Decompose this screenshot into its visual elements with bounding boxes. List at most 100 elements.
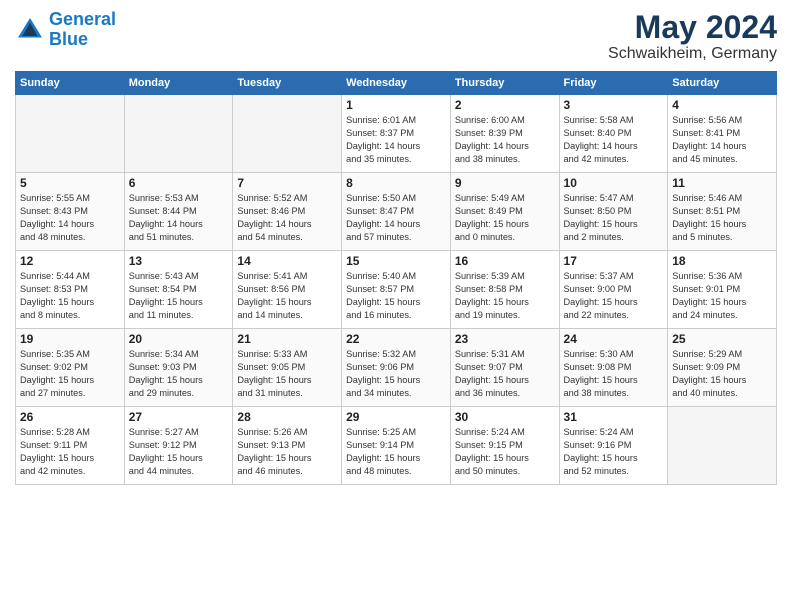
calendar-cell: 30 Sunrise: 5:24 AM Sunset: 9:15 PM Dayli… bbox=[450, 407, 559, 485]
day-info: Sunrise: 5:43 AM Sunset: 8:54 PM Dayligh… bbox=[129, 270, 229, 322]
calendar-cell: 4 Sunrise: 5:56 AM Sunset: 8:41 PM Daylig… bbox=[668, 95, 777, 173]
header-wednesday: Wednesday bbox=[342, 72, 451, 95]
page-container: General Blue May 2024 Schwaikheim, Germa… bbox=[0, 0, 792, 495]
calendar-cell: 1 Sunrise: 6:01 AM Sunset: 8:37 PM Daylig… bbox=[342, 95, 451, 173]
calendar-cell: 18 Sunrise: 5:36 AM Sunset: 9:01 PM Dayli… bbox=[668, 251, 777, 329]
day-info: Sunrise: 5:40 AM Sunset: 8:57 PM Dayligh… bbox=[346, 270, 446, 322]
day-info: Sunrise: 5:28 AM Sunset: 9:11 PM Dayligh… bbox=[20, 426, 120, 478]
header-monday: Monday bbox=[124, 72, 233, 95]
calendar-cell bbox=[124, 95, 233, 173]
week-row-3: 19 Sunrise: 5:35 AM Sunset: 9:02 PM Dayli… bbox=[16, 329, 777, 407]
day-number: 31 bbox=[564, 410, 664, 424]
calendar-cell: 3Sunrise: 5:58 AM Sunset: 8:40 PM Daylig… bbox=[559, 95, 668, 173]
day-info: Sunrise: 5:27 AM Sunset: 9:12 PM Dayligh… bbox=[129, 426, 229, 478]
header-sunday: Sunday bbox=[16, 72, 125, 95]
day-number: 23 bbox=[455, 332, 555, 346]
day-info: Sunrise: 6:00 AM Sunset: 8:39 PM Dayligh… bbox=[455, 114, 555, 166]
day-info: Sunrise: 5:34 AM Sunset: 9:03 PM Dayligh… bbox=[129, 348, 229, 400]
week-row-4: 26 Sunrise: 5:28 AM Sunset: 9:11 PM Dayli… bbox=[16, 407, 777, 485]
calendar-subtitle: Schwaikheim, Germany bbox=[608, 45, 777, 63]
day-number: 27 bbox=[129, 410, 229, 424]
calendar-cell: 23 Sunrise: 5:31 AM Sunset: 9:07 PM Dayli… bbox=[450, 329, 559, 407]
header-thursday: Thursday bbox=[450, 72, 559, 95]
calendar-cell bbox=[16, 95, 125, 173]
calendar-cell: 21 Sunrise: 5:33 AM Sunset: 9:05 PM Dayli… bbox=[233, 329, 342, 407]
day-number: 25 bbox=[672, 332, 772, 346]
day-info: Sunrise: 5:25 AM Sunset: 9:14 PM Dayligh… bbox=[346, 426, 446, 478]
header: General Blue May 2024 Schwaikheim, Germa… bbox=[15, 10, 777, 63]
day-number: 29 bbox=[346, 410, 446, 424]
calendar-cell: 12Sunrise: 5:44 AM Sunset: 8:53 PM Dayli… bbox=[16, 251, 125, 329]
day-info: Sunrise: 5:26 AM Sunset: 9:13 PM Dayligh… bbox=[237, 426, 337, 478]
calendar-title: May 2024 bbox=[608, 10, 777, 45]
day-number: 26 bbox=[20, 410, 120, 424]
calendar-table: Sunday Monday Tuesday Wednesday Thursday… bbox=[15, 71, 777, 485]
calendar-cell: 24 Sunrise: 5:30 AM Sunset: 9:08 PM Dayli… bbox=[559, 329, 668, 407]
weekday-header-row: Sunday Monday Tuesday Wednesday Thursday… bbox=[16, 72, 777, 95]
day-number: 18 bbox=[672, 254, 772, 268]
calendar-cell: 29 Sunrise: 5:25 AM Sunset: 9:14 PM Dayli… bbox=[342, 407, 451, 485]
calendar-cell: 10 Sunrise: 5:47 AM Sunset: 8:50 PM Dayli… bbox=[559, 173, 668, 251]
day-number: 2 bbox=[455, 98, 555, 112]
header-friday: Friday bbox=[559, 72, 668, 95]
header-tuesday: Tuesday bbox=[233, 72, 342, 95]
calendar-cell: 2 Sunrise: 6:00 AM Sunset: 8:39 PM Daylig… bbox=[450, 95, 559, 173]
calendar-cell: 13 Sunrise: 5:43 AM Sunset: 8:54 PM Dayli… bbox=[124, 251, 233, 329]
calendar-cell bbox=[233, 95, 342, 173]
calendar-cell: 28 Sunrise: 5:26 AM Sunset: 9:13 PM Dayli… bbox=[233, 407, 342, 485]
day-number: 30 bbox=[455, 410, 555, 424]
day-info: Sunrise: 5:50 AM Sunset: 8:47 PM Dayligh… bbox=[346, 192, 446, 244]
calendar-cell: 27 Sunrise: 5:27 AM Sunset: 9:12 PM Dayli… bbox=[124, 407, 233, 485]
day-number: 15 bbox=[346, 254, 446, 268]
day-info: Sunrise: 5:31 AM Sunset: 9:07 PM Dayligh… bbox=[455, 348, 555, 400]
day-number: 14 bbox=[237, 254, 337, 268]
day-info: Sunrise: 5:46 AM Sunset: 8:51 PM Dayligh… bbox=[672, 192, 772, 244]
calendar-cell: 25 Sunrise: 5:29 AM Sunset: 9:09 PM Dayli… bbox=[668, 329, 777, 407]
day-info: Sunrise: 5:30 AM Sunset: 9:08 PM Dayligh… bbox=[564, 348, 664, 400]
day-number: 11 bbox=[672, 176, 772, 190]
calendar-cell: 17 Sunrise: 5:37 AM Sunset: 9:00 PM Dayli… bbox=[559, 251, 668, 329]
day-number: 6 bbox=[129, 176, 229, 190]
day-info: Sunrise: 5:49 AM Sunset: 8:49 PM Dayligh… bbox=[455, 192, 555, 244]
day-number: 1 bbox=[346, 98, 446, 112]
week-row-0: 1 Sunrise: 6:01 AM Sunset: 8:37 PM Daylig… bbox=[16, 95, 777, 173]
day-number: 28 bbox=[237, 410, 337, 424]
day-info: Sunrise: 5:39 AM Sunset: 8:58 PM Dayligh… bbox=[455, 270, 555, 322]
day-number: 10 bbox=[564, 176, 664, 190]
calendar-cell: 11 Sunrise: 5:46 AM Sunset: 8:51 PM Dayli… bbox=[668, 173, 777, 251]
day-number: 13 bbox=[129, 254, 229, 268]
day-number: 4 bbox=[672, 98, 772, 112]
day-info: Sunrise: 5:29 AM Sunset: 9:09 PM Dayligh… bbox=[672, 348, 772, 400]
day-number: 16 bbox=[455, 254, 555, 268]
calendar-cell: 6Sunrise: 5:53 AM Sunset: 8:44 PM Daylig… bbox=[124, 173, 233, 251]
day-info: Sunrise: 5:36 AM Sunset: 9:01 PM Dayligh… bbox=[672, 270, 772, 322]
day-number: 24 bbox=[564, 332, 664, 346]
day-info: Sunrise: 5:37 AM Sunset: 9:00 PM Dayligh… bbox=[564, 270, 664, 322]
calendar-cell: 15 Sunrise: 5:40 AM Sunset: 8:57 PM Dayli… bbox=[342, 251, 451, 329]
calendar-cell: 5Sunrise: 5:55 AM Sunset: 8:43 PM Daylig… bbox=[16, 173, 125, 251]
day-number: 19 bbox=[20, 332, 120, 346]
day-number: 21 bbox=[237, 332, 337, 346]
logo-text: General Blue bbox=[49, 10, 116, 50]
day-number: 12 bbox=[20, 254, 120, 268]
day-info: Sunrise: 6:01 AM Sunset: 8:37 PM Dayligh… bbox=[346, 114, 446, 166]
calendar-cell: 14Sunrise: 5:41 AM Sunset: 8:56 PM Dayli… bbox=[233, 251, 342, 329]
calendar-cell: 7Sunrise: 5:52 AM Sunset: 8:46 PM Daylig… bbox=[233, 173, 342, 251]
day-info: Sunrise: 5:55 AM Sunset: 8:43 PM Dayligh… bbox=[20, 192, 120, 244]
calendar-cell: 16 Sunrise: 5:39 AM Sunset: 8:58 PM Dayli… bbox=[450, 251, 559, 329]
logo-icon bbox=[15, 15, 45, 45]
day-number: 7 bbox=[237, 176, 337, 190]
day-info: Sunrise: 5:32 AM Sunset: 9:06 PM Dayligh… bbox=[346, 348, 446, 400]
day-number: 20 bbox=[129, 332, 229, 346]
calendar-cell: 31Sunrise: 5:24 AM Sunset: 9:16 PM Dayli… bbox=[559, 407, 668, 485]
day-info: Sunrise: 5:47 AM Sunset: 8:50 PM Dayligh… bbox=[564, 192, 664, 244]
week-row-2: 12Sunrise: 5:44 AM Sunset: 8:53 PM Dayli… bbox=[16, 251, 777, 329]
calendar-cell: 9Sunrise: 5:49 AM Sunset: 8:49 PM Daylig… bbox=[450, 173, 559, 251]
calendar-cell: 22Sunrise: 5:32 AM Sunset: 9:06 PM Dayli… bbox=[342, 329, 451, 407]
day-info: Sunrise: 5:33 AM Sunset: 9:05 PM Dayligh… bbox=[237, 348, 337, 400]
day-info: Sunrise: 5:56 AM Sunset: 8:41 PM Dayligh… bbox=[672, 114, 772, 166]
calendar-cell: 19 Sunrise: 5:35 AM Sunset: 9:02 PM Dayli… bbox=[16, 329, 125, 407]
day-number: 17 bbox=[564, 254, 664, 268]
day-info: Sunrise: 5:35 AM Sunset: 9:02 PM Dayligh… bbox=[20, 348, 120, 400]
day-info: Sunrise: 5:24 AM Sunset: 9:15 PM Dayligh… bbox=[455, 426, 555, 478]
